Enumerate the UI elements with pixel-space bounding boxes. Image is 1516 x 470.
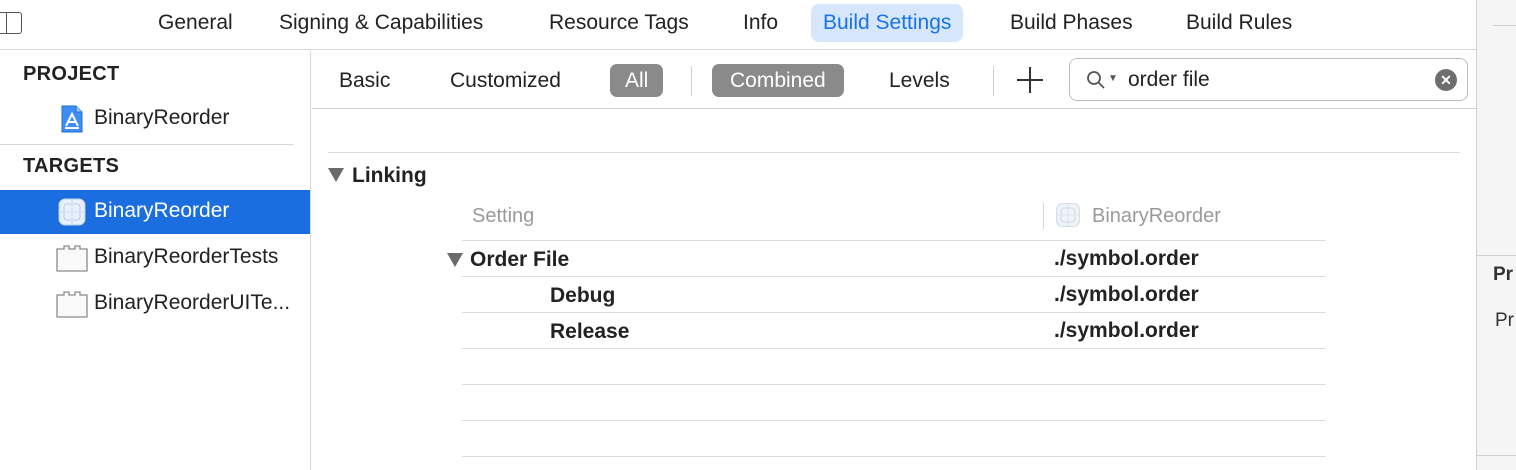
row-divider — [462, 240, 1326, 241]
section-divider — [328, 152, 1460, 153]
add-setting-plus-icon[interactable] — [1017, 67, 1043, 93]
build-settings-filter-bar: Basic Customized All Combined Levels ▼ ✕ — [312, 51, 1476, 109]
search-field[interactable]: ▼ ✕ — [1069, 58, 1468, 101]
tab-resource-tags[interactable]: Resource Tags — [537, 4, 701, 42]
sidebar-item-label: BinaryReorderTests — [94, 245, 279, 268]
tab-info[interactable]: Info — [731, 4, 790, 42]
disclosure-triangle-icon[interactable] — [328, 168, 344, 182]
tab-signing-capabilities[interactable]: Signing & Capabilities — [267, 4, 495, 42]
column-header-target[interactable]: BinaryReorder — [1092, 205, 1221, 228]
project-section-header: PROJECT — [23, 63, 120, 85]
test-bundle-icon — [56, 245, 88, 272]
project-navigator: PROJECT BinaryReorder TARGETS BinaryReor… — [0, 51, 311, 470]
inspector-label: Pr — [1495, 310, 1514, 331]
test-bundle-icon — [56, 291, 88, 318]
row-divider — [462, 312, 1326, 313]
sidebar-item-target-uitests[interactable]: BinaryReorderUITe... — [0, 282, 310, 326]
setting-value-order-file[interactable]: ./symbol.order — [1054, 247, 1199, 271]
search-input[interactable] — [1128, 65, 1428, 95]
chevron-down-icon[interactable]: ▼ — [1108, 73, 1118, 84]
row-divider — [462, 276, 1326, 277]
app-target-icon — [1056, 203, 1080, 227]
sidebar-toggle-icon[interactable] — [0, 12, 22, 34]
sidebar-item-project[interactable]: BinaryReorder — [0, 97, 310, 141]
inspector-heading: Pr — [1493, 264, 1514, 285]
disclosure-triangle-icon[interactable] — [447, 253, 463, 267]
app-target-icon — [58, 198, 86, 226]
xcode-project-icon — [61, 105, 83, 133]
filter-all-button[interactable]: All — [610, 64, 664, 97]
clear-search-icon[interactable]: ✕ — [1435, 69, 1457, 91]
setting-name-order-file[interactable]: Order File — [470, 248, 569, 272]
column-separator — [1043, 203, 1044, 229]
row-divider — [462, 456, 1326, 457]
row-divider — [462, 348, 1326, 349]
filter-separator — [993, 66, 994, 96]
search-icon — [1087, 71, 1105, 89]
inspector-divider — [1477, 255, 1516, 256]
view-levels-button[interactable]: Levels — [877, 64, 962, 97]
section-title-linking: Linking — [352, 164, 427, 187]
inspector-panel: Pr Pr — [1476, 0, 1516, 470]
sidebar-item-target-binaryreorder[interactable]: BinaryReorder — [0, 190, 310, 234]
setting-value-release[interactable]: ./symbol.order — [1054, 319, 1199, 343]
tab-build-phases[interactable]: Build Phases — [998, 4, 1145, 42]
editor-tab-bar: General Signing & Capabilities Resource … — [0, 0, 1476, 50]
sidebar-item-target-tests[interactable]: BinaryReorderTests — [0, 236, 310, 280]
setting-value-debug[interactable]: ./symbol.order — [1054, 283, 1199, 307]
column-header-setting[interactable]: Setting — [472, 205, 534, 228]
tab-build-settings[interactable]: Build Settings — [811, 4, 964, 42]
inspector-divider — [1493, 25, 1516, 26]
filter-separator — [691, 66, 692, 96]
filter-customized-button[interactable]: Customized — [438, 64, 573, 97]
setting-name-debug[interactable]: Debug — [550, 284, 615, 308]
sidebar-item-label: BinaryReorder — [94, 106, 230, 129]
view-combined-button[interactable]: Combined — [712, 64, 844, 97]
tab-build-rules[interactable]: Build Rules — [1174, 4, 1304, 42]
sidebar-item-label: BinaryReorderUITe... — [94, 291, 291, 314]
tab-general[interactable]: General — [146, 4, 245, 42]
row-divider — [462, 384, 1326, 385]
inspector-divider — [1477, 455, 1516, 456]
row-divider — [462, 420, 1326, 421]
targets-section-header: TARGETS — [23, 155, 120, 177]
filter-basic-button[interactable]: Basic — [327, 64, 402, 97]
sidebar-divider — [0, 144, 294, 145]
setting-name-release[interactable]: Release — [550, 320, 629, 344]
sidebar-item-label: BinaryReorder — [94, 199, 230, 222]
